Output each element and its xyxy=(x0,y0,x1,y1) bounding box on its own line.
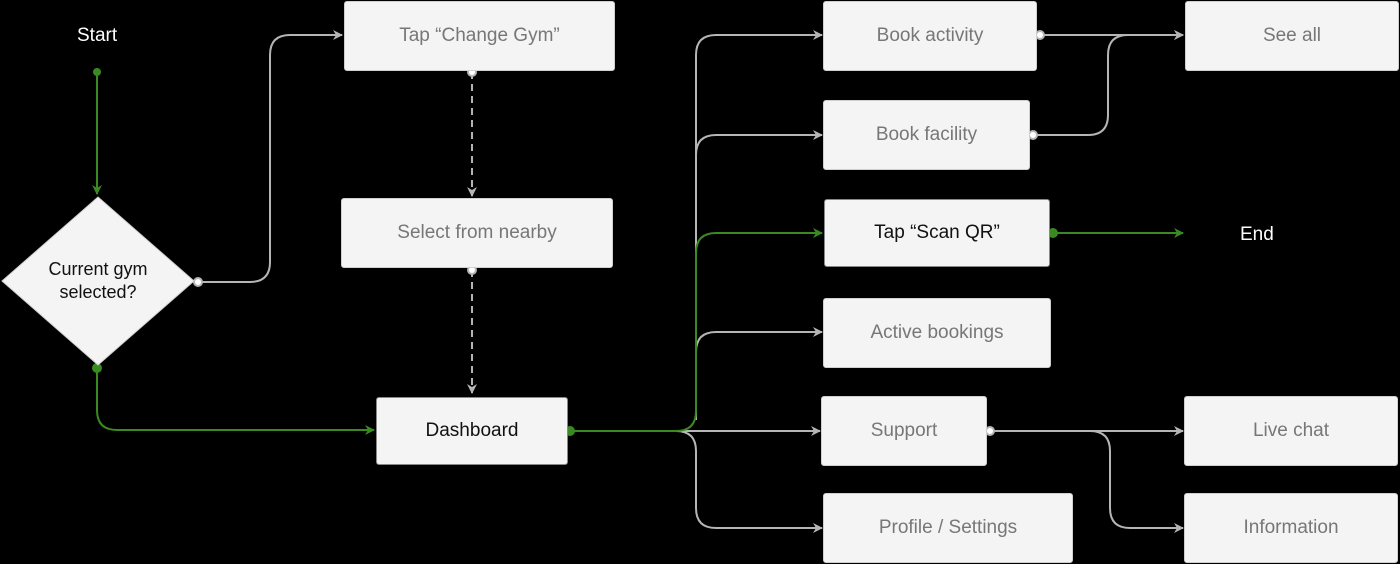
edge-dashboard-to-book-facility xyxy=(695,130,823,156)
start-terminal: Start xyxy=(77,25,118,46)
decision-current-gym-selected[interactable]: Current gym selected? xyxy=(0,195,196,367)
edge-support-to-information xyxy=(1089,430,1184,533)
port-scan-qr-right xyxy=(1048,228,1058,238)
port-support-right xyxy=(985,426,995,436)
decision-label-line2: selected? xyxy=(59,282,137,302)
edge-decision-to-change-gym xyxy=(198,30,343,283)
node-see-all[interactable]: See all xyxy=(1185,1,1399,71)
node-change-gym[interactable]: Tap “Change Gym” xyxy=(344,1,615,71)
port-book-activity-right xyxy=(1035,30,1045,40)
edge-decision-to-dashboard xyxy=(96,368,375,435)
edge-dashboard-to-book-activity xyxy=(695,30,823,420)
edge-dashboard-to-profile-settings xyxy=(675,430,823,533)
decision-label-line1: Current gym xyxy=(48,259,148,279)
connector-layer xyxy=(92,30,1184,533)
node-live-chat[interactable]: Live chat xyxy=(1184,396,1398,466)
node-book-facility[interactable]: Book facility xyxy=(823,100,1030,170)
node-book-activity[interactable]: Book activity xyxy=(823,1,1037,71)
decision-label: Current gym selected? xyxy=(0,195,196,367)
node-support[interactable]: Support xyxy=(821,396,987,466)
node-profile-settings[interactable]: Profile / Settings xyxy=(823,493,1073,563)
edge-book-facility-to-see-all xyxy=(1033,30,1184,136)
node-select-nearby[interactable]: Select from nearby xyxy=(341,198,613,268)
node-dashboard[interactable]: Dashboard xyxy=(376,397,568,465)
node-scan-qr[interactable]: Tap “Scan QR” xyxy=(824,199,1050,267)
node-active-bookings[interactable]: Active bookings xyxy=(823,298,1051,368)
port-book-facility-right xyxy=(1028,130,1038,140)
end-terminal: End xyxy=(1240,224,1274,245)
port-start-bottom xyxy=(93,68,101,76)
edge-dashboard-to-active-bookings xyxy=(695,327,823,353)
node-information[interactable]: Information xyxy=(1184,493,1398,563)
